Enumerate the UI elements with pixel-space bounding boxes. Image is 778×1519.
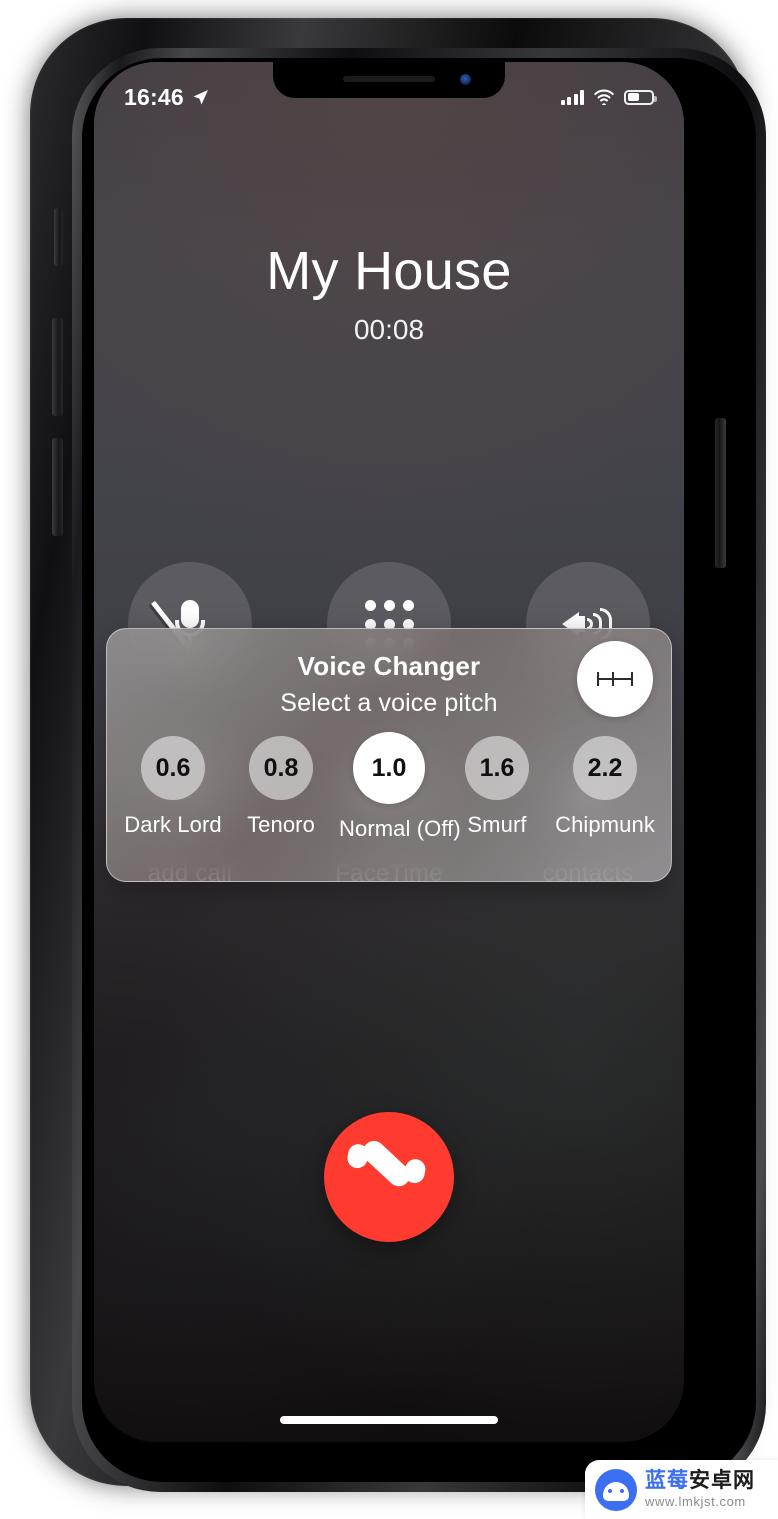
voice-pitch-value[interactable]: 0.6 bbox=[141, 736, 205, 800]
site-watermark: 蓝莓安卓网 www.lmkjst.com bbox=[585, 1460, 778, 1519]
pitch-slider-icon bbox=[595, 670, 635, 688]
wifi-icon bbox=[594, 89, 614, 105]
voice-pitch-options: 0.6 Dark Lord 0.8 Tenoro 1.0 Normal (Off… bbox=[107, 722, 671, 842]
voice-pitch-value[interactable]: 1.0 bbox=[353, 732, 425, 804]
cellular-signal-icon bbox=[560, 89, 584, 105]
watermark-brand: 蓝莓安卓网 bbox=[645, 1468, 755, 1492]
screenshot-stage: 16:46 My House 00:08 Voice Changer Selec… bbox=[0, 0, 778, 1519]
voice-pitch-option-chipmunk[interactable]: 2.2 Chipmunk bbox=[555, 732, 655, 842]
voice-changer-header: Voice Changer Select a voice pitch bbox=[107, 629, 671, 722]
pitch-slider-button[interactable] bbox=[577, 641, 653, 717]
silent-switch-button[interactable] bbox=[54, 208, 63, 266]
watermark-url: www.lmkjst.com bbox=[645, 1494, 746, 1510]
volume-down-button[interactable] bbox=[52, 438, 63, 536]
volume-up-button[interactable] bbox=[52, 318, 63, 416]
voice-pitch-option-normal[interactable]: 1.0 Normal (Off) bbox=[339, 732, 461, 842]
status-bar-clock: 16:46 bbox=[124, 83, 184, 110]
hangup-icon bbox=[345, 1136, 428, 1215]
voice-pitch-option-smurf[interactable]: 1.6 Smurf bbox=[447, 732, 547, 842]
voice-pitch-label: Tenoro bbox=[247, 812, 315, 837]
watermark-brand-dark: 安卓网 bbox=[689, 1468, 755, 1492]
voice-pitch-option-dark-lord[interactable]: 0.6 Dark Lord bbox=[123, 732, 223, 842]
location-arrow-icon bbox=[193, 89, 208, 104]
call-duration: 00:08 bbox=[353, 314, 425, 346]
voice-pitch-label: Dark Lord bbox=[124, 812, 222, 837]
end-call-wrapper bbox=[94, 1112, 684, 1242]
battery-icon bbox=[624, 89, 657, 105]
status-bar-left: 16:46 bbox=[124, 84, 210, 111]
voice-pitch-label: Normal (Off) bbox=[339, 816, 461, 841]
watermark-text: 蓝莓安卓网 www.lmkjst.com bbox=[645, 1468, 755, 1510]
watermark-brand-blue: 蓝莓 bbox=[645, 1468, 689, 1492]
voice-pitch-label: Chipmunk bbox=[555, 812, 655, 837]
phone-screen: 16:46 My House 00:08 Voice Changer Selec… bbox=[94, 62, 684, 1442]
call-header: My House 00:08 bbox=[94, 242, 684, 346]
voice-pitch-label: Smurf bbox=[467, 812, 527, 837]
callee-name: My House bbox=[266, 241, 512, 301]
status-bar-right bbox=[560, 89, 657, 105]
status-bar: 16:46 bbox=[94, 62, 684, 118]
home-indicator[interactable] bbox=[280, 1416, 498, 1424]
voice-pitch-value[interactable]: 0.8 bbox=[249, 736, 313, 800]
voice-changer-panel: Voice Changer Select a voice pitch 0.6 D… bbox=[106, 628, 672, 882]
power-button[interactable] bbox=[715, 418, 726, 568]
end-call-button[interactable] bbox=[324, 1112, 454, 1242]
voice-pitch-value[interactable]: 2.2 bbox=[573, 736, 637, 800]
voice-pitch-option-tenoro[interactable]: 0.8 Tenoro bbox=[231, 732, 331, 842]
voice-pitch-value[interactable]: 1.6 bbox=[465, 736, 529, 800]
android-robot-icon bbox=[595, 1468, 637, 1511]
